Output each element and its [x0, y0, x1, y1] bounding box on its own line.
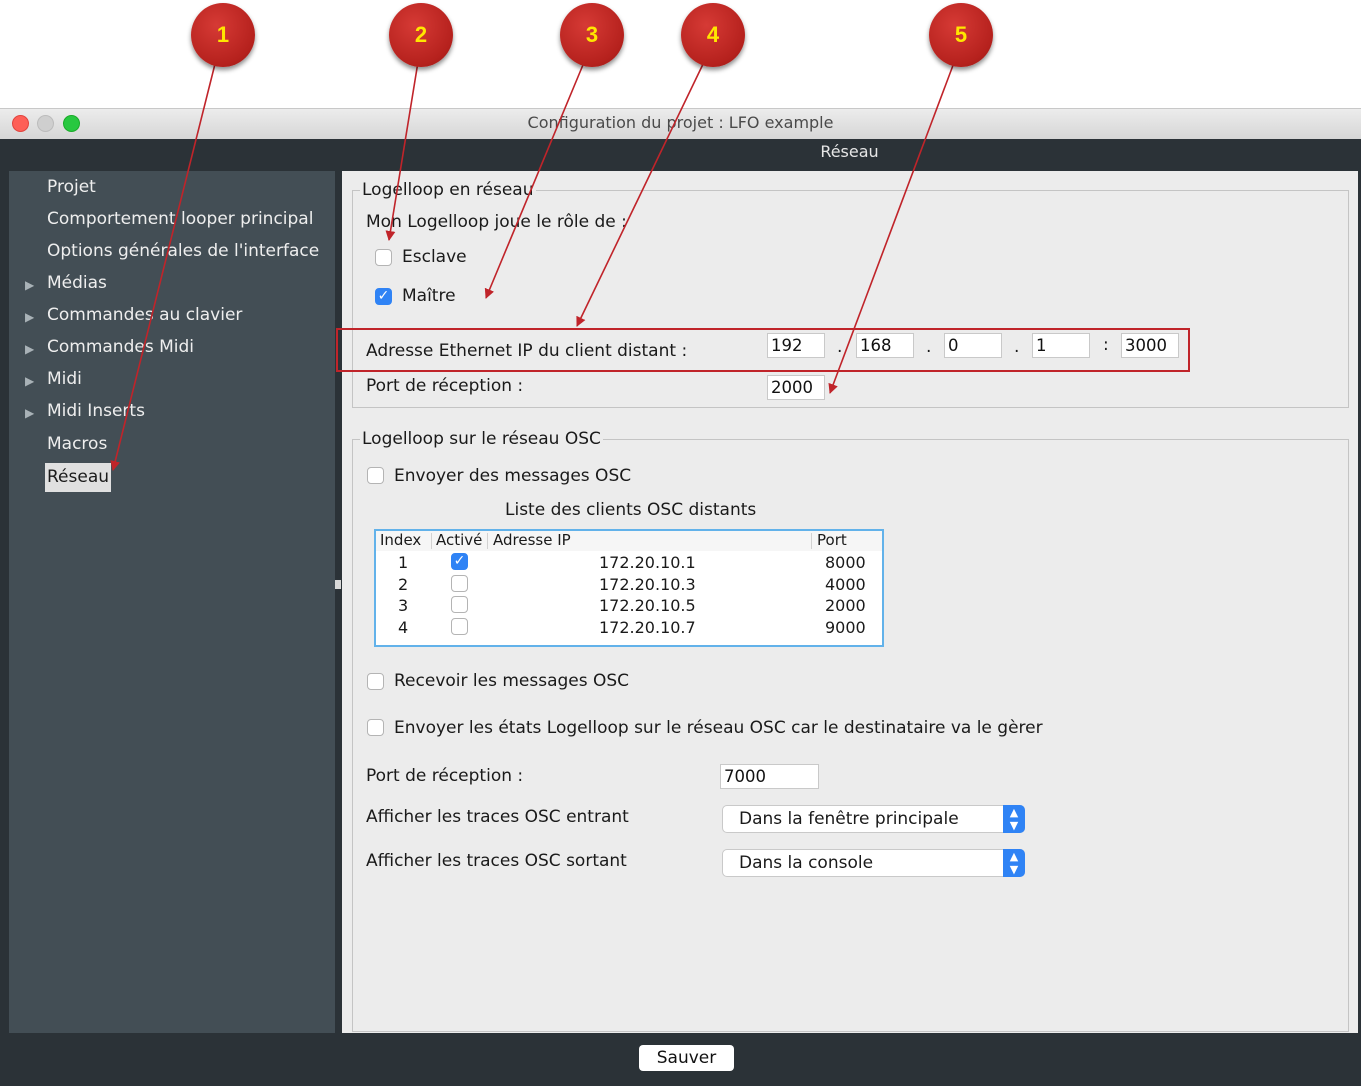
- arrow-5: [828, 59, 956, 394]
- annotation-badge-5: 5: [929, 3, 993, 67]
- annotation-arrows: [110, 59, 956, 471]
- annotation-badge-2: 2: [389, 3, 453, 67]
- arrow-3: [484, 59, 586, 299]
- arrow-4: [576, 59, 706, 327]
- arrow-1: [110, 59, 217, 471]
- annotation-badge-4: 4: [681, 3, 745, 67]
- arrow-2: [385, 61, 419, 241]
- annotation-badge-3: 3: [560, 3, 624, 67]
- annotation-badge-1: 1: [191, 3, 255, 67]
